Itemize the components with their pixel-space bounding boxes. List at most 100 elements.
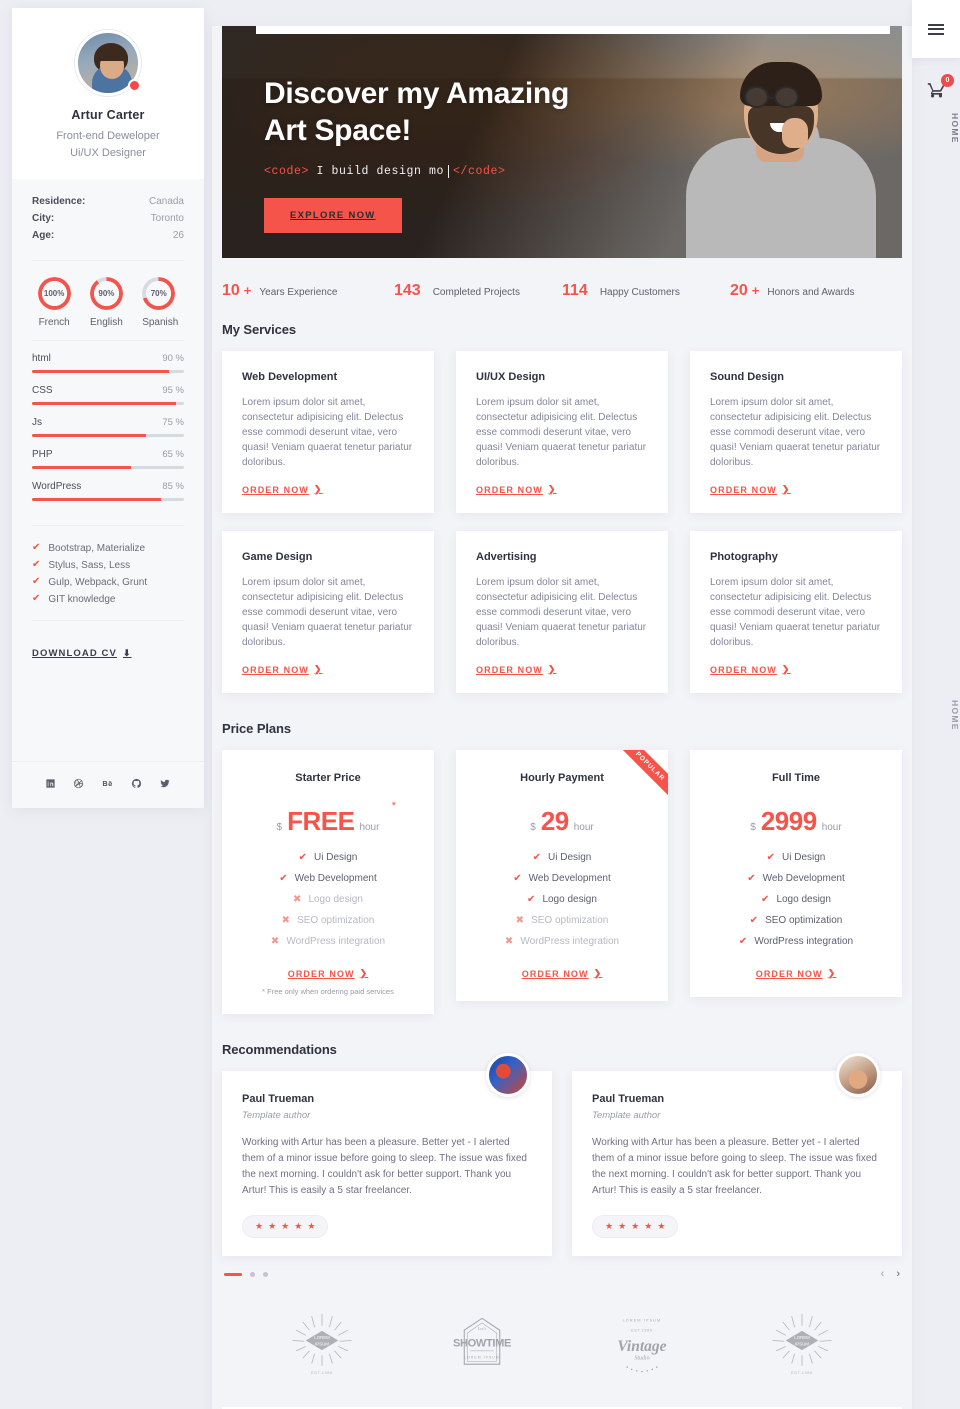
plan-currency: $ xyxy=(530,822,536,833)
dribbble-icon[interactable] xyxy=(73,776,84,794)
order-now-link[interactable]: ORDER NOW ❯ xyxy=(476,484,648,495)
main-content: Discover my Amazing Art Space! <code> I … xyxy=(212,8,912,1409)
service-title: Sound Design xyxy=(710,371,784,383)
page-title-services: My Services xyxy=(222,322,297,337)
order-now-link[interactable]: ORDER NOW ❯ xyxy=(236,968,420,979)
carousel-dot-active[interactable] xyxy=(224,1272,242,1276)
stat-label: Honors and Awards xyxy=(767,287,855,298)
prev-arrow-icon[interactable]: ‹ xyxy=(881,1268,885,1280)
chevron-right-icon: ❯ xyxy=(781,484,791,494)
service-card[interactable]: Advertising Lorem ipsum dolor sit amet, … xyxy=(456,531,668,693)
next-arrow-icon[interactable]: › xyxy=(896,1268,900,1280)
skill-name: Js xyxy=(32,416,42,428)
star-icon: ★ xyxy=(618,1221,627,1231)
service-card[interactable]: Game Design Lorem ipsum dolor sit amet, … xyxy=(222,531,434,693)
divider xyxy=(32,259,184,261)
skill-item: PHP 65 % xyxy=(32,449,184,469)
price-plans-row: Starter Price $ FREE hour * ✔ Ui Design ✔… xyxy=(212,736,912,1014)
order-now-label: ORDER NOW xyxy=(521,968,589,979)
asterisk-icon: * xyxy=(391,800,396,812)
info-value: Canada xyxy=(148,195,184,207)
explore-now-button[interactable]: EXPLORE NOW xyxy=(264,198,402,234)
service-card[interactable]: Sound Design Lorem ipsum dolor sit amet,… xyxy=(690,351,902,513)
testimonial-card: Paul Trueman Template author Working wit… xyxy=(572,1053,902,1256)
order-now-link[interactable]: ORDER NOW ❯ xyxy=(470,968,654,979)
hero-title-line1: Discover my Amazing xyxy=(264,77,569,110)
download-cv-button[interactable]: DOWNLOAD CV ⬇ xyxy=(32,648,132,659)
price-card-starter[interactable]: Starter Price $ FREE hour * ✔ Ui Design ✔… xyxy=(222,750,434,1014)
rail-label-home[interactable]: HOME xyxy=(912,113,960,144)
rail-label-home-secondary[interactable]: HOME xyxy=(912,700,960,731)
stat-number: 10 xyxy=(222,282,240,299)
feature-label: SEO optimization xyxy=(297,915,375,926)
knowledge-list: ✔ Bootstrap, Materialize ✔ Stylus, Sass, L… xyxy=(12,538,204,608)
right-rail: 0 HOME HOME xyxy=(912,0,960,1409)
hero-title-line2: Art Space! xyxy=(264,113,412,147)
plan-currency: $ xyxy=(750,822,756,833)
chevron-right-icon: ❯ xyxy=(547,664,557,674)
order-now-link[interactable]: ORDER NOW ❯ xyxy=(710,484,882,495)
list-item: ✔ Gulp, Webpack, Grunt xyxy=(32,574,184,591)
cross-icon: ✖ xyxy=(281,914,291,926)
skill-item: CSS 95 % xyxy=(32,385,184,405)
price-card-hourly[interactable]: POPULAR Hourly Payment $ 29 hour ✔ Ui Des… xyxy=(456,750,668,1001)
order-now-link[interactable]: ORDER NOW ❯ xyxy=(242,664,414,675)
skill-name: PHP xyxy=(32,448,53,460)
svg-text:Vintage: Vintage xyxy=(617,1338,666,1355)
price-card-fulltime[interactable]: Full Time $ 2999 hour ✔ Ui Design ✔ Web De… xyxy=(690,750,902,997)
order-now-link[interactable]: ORDER NOW ❯ xyxy=(710,664,882,675)
service-text: Lorem ipsum dolor sit amet, consectetur … xyxy=(710,577,881,648)
star-icon: ★ xyxy=(605,1221,614,1231)
feature-label: Ui Design xyxy=(548,852,592,863)
svg-text:LOREM IPSUM: LOREM IPSUM xyxy=(464,1355,499,1359)
feature-label: WordPress integration xyxy=(754,936,854,947)
order-now-link[interactable]: ORDER NOW ❯ xyxy=(476,664,648,675)
svg-text:LOREM: LOREM xyxy=(314,1335,330,1340)
svg-text:IPSUM: IPSUM xyxy=(795,1342,809,1347)
menu-button[interactable] xyxy=(912,0,960,58)
carousel-dot[interactable] xyxy=(250,1271,255,1277)
star-icon: ★ xyxy=(268,1221,277,1231)
stat-item: 20 + Honors and Awards xyxy=(730,282,854,300)
language-pct: 90% xyxy=(98,288,115,298)
hero-typed-line: <code> I build design mo </code> xyxy=(264,165,902,179)
service-card[interactable]: Web Development Lorem ipsum dolor sit am… xyxy=(222,351,434,513)
order-now-link[interactable]: ORDER NOW ❯ xyxy=(704,968,888,979)
knowledge-label: Stylus, Sass, Less xyxy=(48,559,131,571)
behance-icon[interactable] xyxy=(101,776,114,794)
vintage-logo: LOREM IPSUM - EST.1986 - Vintage Studio xyxy=(605,1308,679,1381)
star-icon: ★ xyxy=(644,1221,653,1231)
recommendations-row: Paul Trueman Template author Working wit… xyxy=(212,1053,912,1256)
page-title-recommendations: Recommendations xyxy=(222,1042,337,1057)
service-title: UI/UX Design xyxy=(476,371,546,383)
twitter-icon[interactable] xyxy=(159,776,171,794)
typing-caret xyxy=(448,165,450,179)
feature-label: Web Development xyxy=(762,873,845,884)
check-icon: ✔ xyxy=(527,893,536,905)
plan-value: FREE xyxy=(287,806,355,836)
order-now-link[interactable]: ORDER NOW ❯ xyxy=(242,484,414,495)
stat-item: 10 + Years Experience xyxy=(222,282,394,300)
carousel-dot[interactable] xyxy=(263,1271,268,1277)
status-badge xyxy=(128,79,141,92)
cart-button[interactable]: 0 xyxy=(912,74,960,99)
info-key: City: xyxy=(32,212,55,224)
profile-role-line2: Ui/UX Designer xyxy=(70,146,146,159)
linkedin-icon[interactable] xyxy=(45,776,56,794)
skill-name: CSS xyxy=(32,384,53,396)
plan-title: Full Time xyxy=(771,772,821,784)
check-icon: ✔ xyxy=(513,872,522,884)
feature-label: Ui Design xyxy=(782,852,826,863)
testimonial-role: Template author xyxy=(242,1110,311,1121)
github-icon[interactable] xyxy=(131,776,142,794)
plan-feature: ✔ SEO optimization xyxy=(704,910,888,931)
service-card[interactable]: Photography Lorem ipsum dolor sit amet, … xyxy=(690,531,902,693)
knowledge-label: Bootstrap, Materialize xyxy=(48,542,146,554)
feature-label: SEO optimization xyxy=(531,915,609,926)
hero-banner: Discover my Amazing Art Space! <code> I … xyxy=(222,26,902,258)
service-card[interactable]: UI/UX Design Lorem ipsum dolor sit amet,… xyxy=(456,351,668,513)
plan-feature: ✔ WordPress integration xyxy=(704,931,888,952)
stat-number: 143 xyxy=(394,282,421,299)
feature-label: SEO optimization xyxy=(765,915,843,926)
check-icon: ✔ xyxy=(747,872,756,884)
